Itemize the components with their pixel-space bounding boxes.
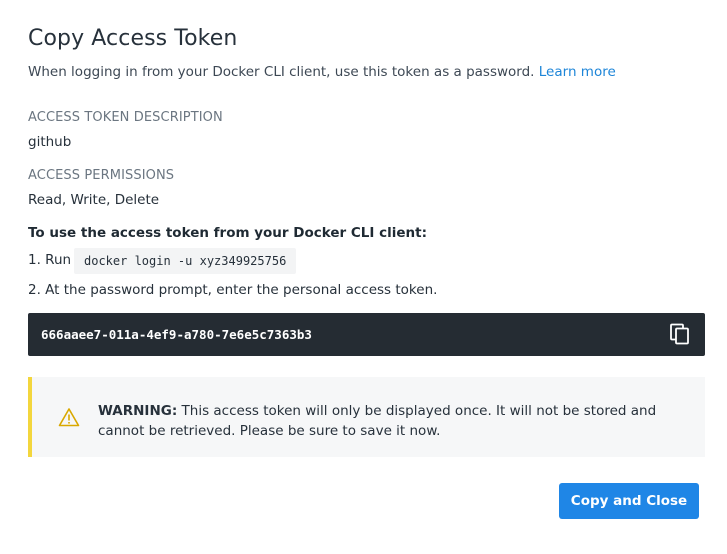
description-label: ACCESS TOKEN DESCRIPTION bbox=[28, 110, 223, 125]
dialog-title: Copy Access Token bbox=[28, 26, 238, 51]
permissions-label: ACCESS PERMISSIONS bbox=[28, 168, 175, 183]
warning-icon bbox=[58, 408, 80, 427]
instructions-heading: To use the access token from your Docker… bbox=[28, 225, 428, 241]
description-value: github bbox=[28, 134, 72, 150]
docker-login-command: docker login -u xyz349925756 bbox=[74, 248, 297, 274]
step-1-prefix: 1. Run bbox=[28, 252, 72, 268]
warning-label: WARNING: bbox=[98, 403, 178, 419]
copy-access-token-dialog: Copy Access Token When logging in from y… bbox=[0, 0, 727, 554]
access-token-value[interactable]: 666aaee7-011a-4ef9-a780-7e6e5c7363b3 bbox=[41, 313, 312, 356]
copy-and-close-button[interactable]: Copy and Close bbox=[559, 483, 699, 519]
token-box: 666aaee7-011a-4ef9-a780-7e6e5c7363b3 bbox=[28, 313, 705, 356]
copy-icon[interactable] bbox=[668, 322, 692, 346]
warning-text: WARNING: This access token will only be … bbox=[98, 401, 678, 441]
warning-message: This access token will only be displayed… bbox=[98, 403, 657, 439]
subtitle-text: When logging in from your Docker CLI cli… bbox=[28, 64, 535, 80]
dialog-subtitle: When logging in from your Docker CLI cli… bbox=[28, 64, 616, 80]
permissions-value: Read, Write, Delete bbox=[28, 192, 160, 208]
warning-callout: WARNING: This access token will only be … bbox=[28, 377, 705, 457]
step-2-text: 2. At the password prompt, enter the per… bbox=[28, 282, 438, 298]
learn-more-link[interactable]: Learn more bbox=[539, 64, 616, 80]
